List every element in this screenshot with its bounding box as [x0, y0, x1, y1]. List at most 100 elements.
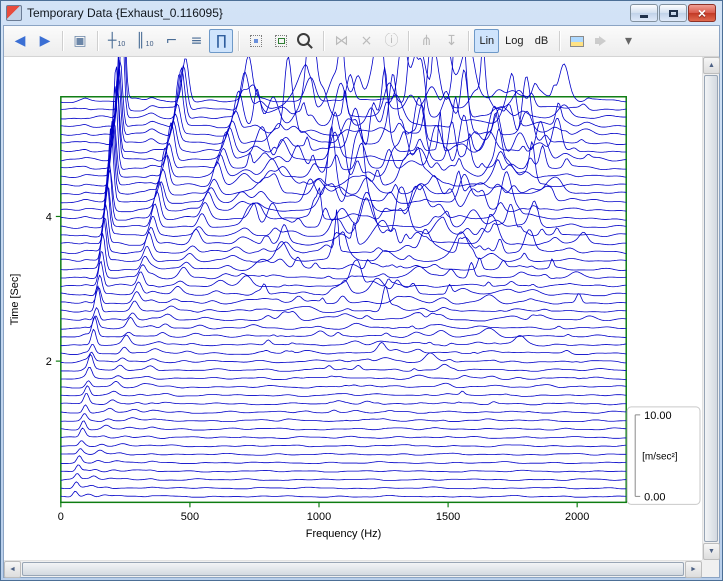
x-tick-label: 500: [181, 511, 199, 523]
trace-lines: [61, 57, 626, 497]
single-cursor-icon: ↧: [446, 34, 458, 48]
plot-area: 0 500 1000 1500 2000 Frequency (Hz) 2 4 Time [Se…: [4, 57, 702, 560]
zoom-window-icon: [275, 35, 287, 47]
forward-icon: ▶: [40, 34, 51, 48]
zoom-magnifier-icon: [297, 33, 310, 46]
toolbar: ◀▶▣┼10║10⌐≡∏⋈×ⓘ⋔↧LinLogdB▾: [4, 26, 719, 57]
vertical-scrollbar[interactable]: ▲ ▼: [702, 57, 719, 560]
toolbar-separator: [323, 31, 324, 51]
amplitude-scale: 10.00 [m/sec²] 0.00: [627, 407, 700, 504]
scale-min-label: 0.00: [644, 491, 665, 503]
horizontal-scroll-thumb[interactable]: [22, 562, 684, 576]
minimize-button[interactable]: [630, 4, 658, 22]
play-sound-button[interactable]: [590, 29, 616, 53]
x-axis-label: Frequency (Hz): [306, 528, 381, 540]
x-scale-divisions-button[interactable]: ┼10: [103, 29, 130, 53]
scale-unit-label: [m/sec²]: [642, 452, 678, 463]
y-scale-divisions-icon: ║: [136, 34, 144, 48]
x-axis: 0 500 1000 1500 2000 Frequency (Hz): [58, 502, 590, 540]
minimize-icon: [640, 15, 648, 18]
export-picture-button[interactable]: [565, 29, 589, 53]
toolbar-separator: [468, 31, 469, 51]
export-picture-icon: [570, 36, 584, 47]
close-icon: ×: [698, 6, 706, 20]
waterfall-display-icon: ∏: [216, 34, 227, 48]
close-button[interactable]: ×: [688, 4, 716, 22]
toolbar-separator: [559, 31, 560, 51]
window-controls: ×: [630, 4, 716, 22]
toolbar-separator: [238, 31, 239, 51]
toolbar-separator: [408, 31, 409, 51]
delete-dataset-button[interactable]: ×: [354, 29, 378, 53]
y-axis: 2 4 Time [Sec]: [9, 211, 61, 368]
y-tick-label: 2: [46, 356, 52, 368]
toolbar-separator: [97, 31, 98, 51]
copy-window-button[interactable]: ▣: [68, 29, 92, 53]
window-title: Temporary Data {Exhaust_0.116095}: [27, 6, 630, 20]
scroll-right-icon: ►: [690, 566, 697, 573]
linear-scale-button[interactable]: Lin: [474, 29, 499, 53]
single-cursor-button[interactable]: ↧: [439, 29, 463, 53]
zoom-extents-icon: [250, 35, 262, 47]
y-scale-divisions-subscript: 10: [146, 41, 154, 48]
horizontal-scroll-track[interactable]: [21, 561, 685, 577]
log-scale-label: Log: [505, 35, 523, 47]
vertical-scroll-thumb[interactable]: [704, 75, 718, 542]
forward-button[interactable]: ▶: [33, 29, 57, 53]
play-sound-icon: [599, 36, 611, 46]
scroll-down-button[interactable]: ▼: [703, 543, 720, 560]
grid-lines-button[interactable]: ≡: [184, 29, 208, 53]
waterfall-display-button[interactable]: ∏: [209, 29, 233, 53]
scale-max-label: 10.00: [644, 410, 671, 422]
titlebar[interactable]: Temporary Data {Exhaust_0.116095} ×: [1, 1, 722, 25]
scroll-left-icon: ◄: [9, 566, 16, 573]
harmonic-cursor-icon: ⋔: [421, 34, 433, 48]
y-tick-label: 4: [46, 211, 52, 223]
toolbar-overflow-button[interactable]: ▾: [617, 29, 641, 53]
zoom-extents-button[interactable]: [244, 29, 268, 53]
scroll-up-icon: ▲: [708, 62, 715, 69]
linear-scale-label: Lin: [479, 35, 494, 47]
horizontal-scrollbar[interactable]: ◄ ►: [4, 560, 702, 577]
y-scale-divisions-button[interactable]: ║10: [131, 29, 158, 53]
previous-dataset-button[interactable]: ⋈: [329, 29, 353, 53]
x-scale-divisions-subscript: 10: [117, 41, 125, 48]
y-axis-label: Time [Sec]: [9, 274, 21, 326]
delete-dataset-icon: ×: [361, 34, 373, 48]
zoom-magnifier-button[interactable]: [294, 29, 318, 53]
harmonic-cursor-button[interactable]: ⋔: [414, 29, 438, 53]
log-scale-button[interactable]: Log: [500, 29, 528, 53]
plot-frame: [61, 97, 626, 503]
client-area: ◀▶▣┼10║10⌐≡∏⋈×ⓘ⋔↧LinLogdB▾ 0500100015002…: [3, 25, 720, 578]
toolbar-overflow-icon: ▾: [625, 34, 632, 48]
grid-lines-icon: ≡: [191, 34, 203, 48]
app-window: Temporary Data {Exhaust_0.116095} × ◀ ▶ ▣ ┼…: [0, 0, 723, 581]
previous-dataset-icon: ⋈: [334, 34, 348, 48]
vertical-scroll-track[interactable]: [703, 74, 719, 543]
x-tick-label: 1500: [436, 511, 460, 523]
back-button[interactable]: ◀: [8, 29, 32, 53]
axes-corner-button[interactable]: ⌐: [159, 29, 183, 53]
waterfall-plot[interactable]: 0 500 1000 1500 2000 Frequency (Hz) 2 4 Time [Se…: [4, 57, 702, 560]
x-tick-label: 2000: [565, 511, 589, 523]
scroll-left-button[interactable]: ◄: [4, 561, 21, 578]
scroll-up-button[interactable]: ▲: [703, 57, 720, 74]
info-icon: ⓘ: [384, 34, 398, 48]
back-icon: ◀: [15, 34, 26, 48]
scroll-down-icon: ▼: [708, 548, 715, 555]
x-tick-label: 1000: [307, 511, 331, 523]
info-button[interactable]: ⓘ: [379, 29, 403, 53]
scroll-right-button[interactable]: ►: [685, 561, 702, 578]
zoom-window-button[interactable]: [269, 29, 293, 53]
x-scale-divisions-icon: ┼: [108, 34, 116, 48]
toolbar-separator: [62, 31, 63, 51]
maximize-button[interactable]: [659, 4, 687, 22]
scrollbar-corner: [702, 560, 719, 577]
axes-corner-icon: ⌐: [166, 34, 178, 48]
db-scale-label: dB: [535, 35, 548, 47]
maximize-icon: [669, 10, 678, 17]
copy-window-icon: ▣: [73, 34, 86, 48]
x-tick-label: 0: [58, 511, 64, 523]
db-scale-button[interactable]: dB: [530, 29, 554, 53]
app-icon: [6, 5, 22, 21]
